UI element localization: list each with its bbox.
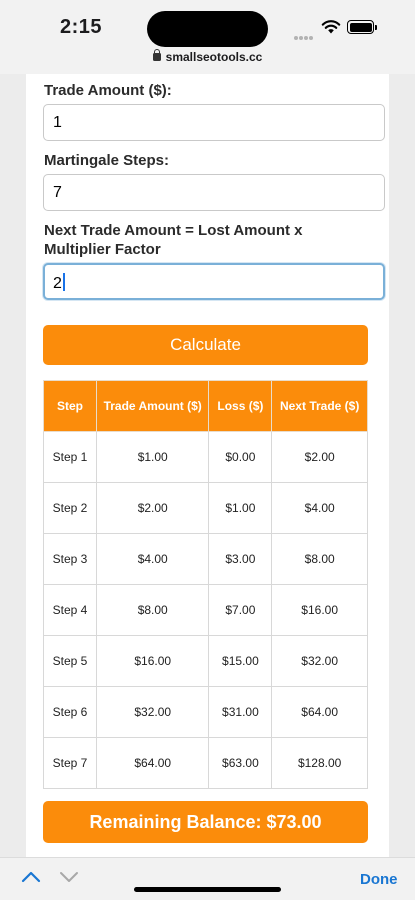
cell-step: Step 1 xyxy=(43,431,97,483)
cell-trade-amount: $8.00 xyxy=(95,584,210,636)
results-table: Step Trade Amount ($) Loss ($) Next Trad… xyxy=(43,380,368,789)
cell-loss: $3.00 xyxy=(208,533,273,585)
dynamic-island xyxy=(147,11,268,47)
cell-step: Step 4 xyxy=(43,584,97,636)
table-header-row: Step Trade Amount ($) Loss ($) Next Trad… xyxy=(43,380,368,432)
cell-step: Step 5 xyxy=(43,635,97,687)
table-row: Step 6 $32.00 $31.00 $64.00 xyxy=(43,686,368,738)
martingale-steps-value: 7 xyxy=(53,184,62,201)
martingale-steps-input[interactable]: 7 xyxy=(43,174,385,211)
cell-trade-amount: $16.00 xyxy=(95,635,210,687)
multiplier-label-line1: Next Trade Amount = Lost Amount x xyxy=(44,222,303,239)
header-trade-amount: Trade Amount ($) xyxy=(95,380,210,432)
status-bar: 2:15 xyxy=(0,0,415,50)
martingale-steps-label: Martingale Steps: xyxy=(44,152,170,169)
multiplier-label-line2: Multiplier Factor xyxy=(44,241,161,258)
cell-next-trade: $8.00 xyxy=(271,533,368,585)
lock-icon xyxy=(152,49,161,61)
status-time: 2:15 xyxy=(60,16,103,38)
text-cursor xyxy=(62,273,65,291)
cell-loss: $31.00 xyxy=(208,686,273,738)
done-button[interactable]: Done xyxy=(360,871,398,888)
keyboard-toolbar: Done xyxy=(0,857,415,900)
trade-amount-label: Trade Amount ($): xyxy=(44,82,172,99)
signal-dots-icon xyxy=(294,27,316,40)
cell-trade-amount: $64.00 xyxy=(95,737,210,789)
calculate-button[interactable]: Calculate xyxy=(43,325,368,365)
multiplier-label: Next Trade Amount = Lost Amount x Multip… xyxy=(44,221,303,259)
multiplier-value: 2 xyxy=(53,275,62,292)
cell-step: Step 7 xyxy=(43,737,97,789)
table-row: Step 2 $2.00 $1.00 $4.00 xyxy=(43,482,368,534)
multiplier-input[interactable]: 2 xyxy=(43,263,385,300)
cell-next-trade: $2.00 xyxy=(271,431,368,483)
table-row: Step 7 $64.00 $63.00 $128.00 xyxy=(43,737,368,789)
trade-amount-value: 1 xyxy=(53,114,62,131)
header-next-trade: Next Trade ($) xyxy=(271,380,368,432)
cell-trade-amount: $1.00 xyxy=(95,431,210,483)
wifi-icon xyxy=(321,20,341,34)
cell-trade-amount: $32.00 xyxy=(95,686,210,738)
cell-step: Step 2 xyxy=(43,482,97,534)
battery-icon xyxy=(347,20,377,34)
cell-step: Step 6 xyxy=(43,686,97,738)
table-row: Step 3 $4.00 $3.00 $8.00 xyxy=(43,533,368,585)
header-step: Step xyxy=(43,380,97,432)
chevron-up-icon[interactable] xyxy=(21,870,41,884)
header-loss: Loss ($) xyxy=(208,380,273,432)
table-row: Step 4 $8.00 $7.00 $16.00 xyxy=(43,584,368,636)
cell-trade-amount: $2.00 xyxy=(95,482,210,534)
trade-amount-input[interactable]: 1 xyxy=(43,104,385,141)
cell-next-trade: $16.00 xyxy=(271,584,368,636)
url-text: smallseotools.cc xyxy=(165,50,263,64)
cell-step: Step 3 xyxy=(43,533,97,585)
cell-next-trade: $4.00 xyxy=(271,482,368,534)
cell-next-trade: $64.00 xyxy=(271,686,368,738)
remaining-balance: Remaining Balance: $73.00 xyxy=(43,801,368,843)
home-indicator xyxy=(134,887,281,892)
cell-loss: $15.00 xyxy=(208,635,273,687)
cell-loss: $63.00 xyxy=(208,737,273,789)
address-bar[interactable]: smallseotools.cc xyxy=(0,49,415,74)
table-row: Step 5 $16.00 $15.00 $32.00 xyxy=(43,635,368,687)
cell-loss: $7.00 xyxy=(208,584,273,636)
cell-next-trade: $128.00 xyxy=(271,737,368,789)
table-row: Step 1 $1.00 $0.00 $2.00 xyxy=(43,431,368,483)
cell-loss: $0.00 xyxy=(208,431,273,483)
cell-trade-amount: $4.00 xyxy=(95,533,210,585)
chevron-down-icon[interactable] xyxy=(59,870,79,884)
cell-loss: $1.00 xyxy=(208,482,273,534)
cell-next-trade: $32.00 xyxy=(271,635,368,687)
